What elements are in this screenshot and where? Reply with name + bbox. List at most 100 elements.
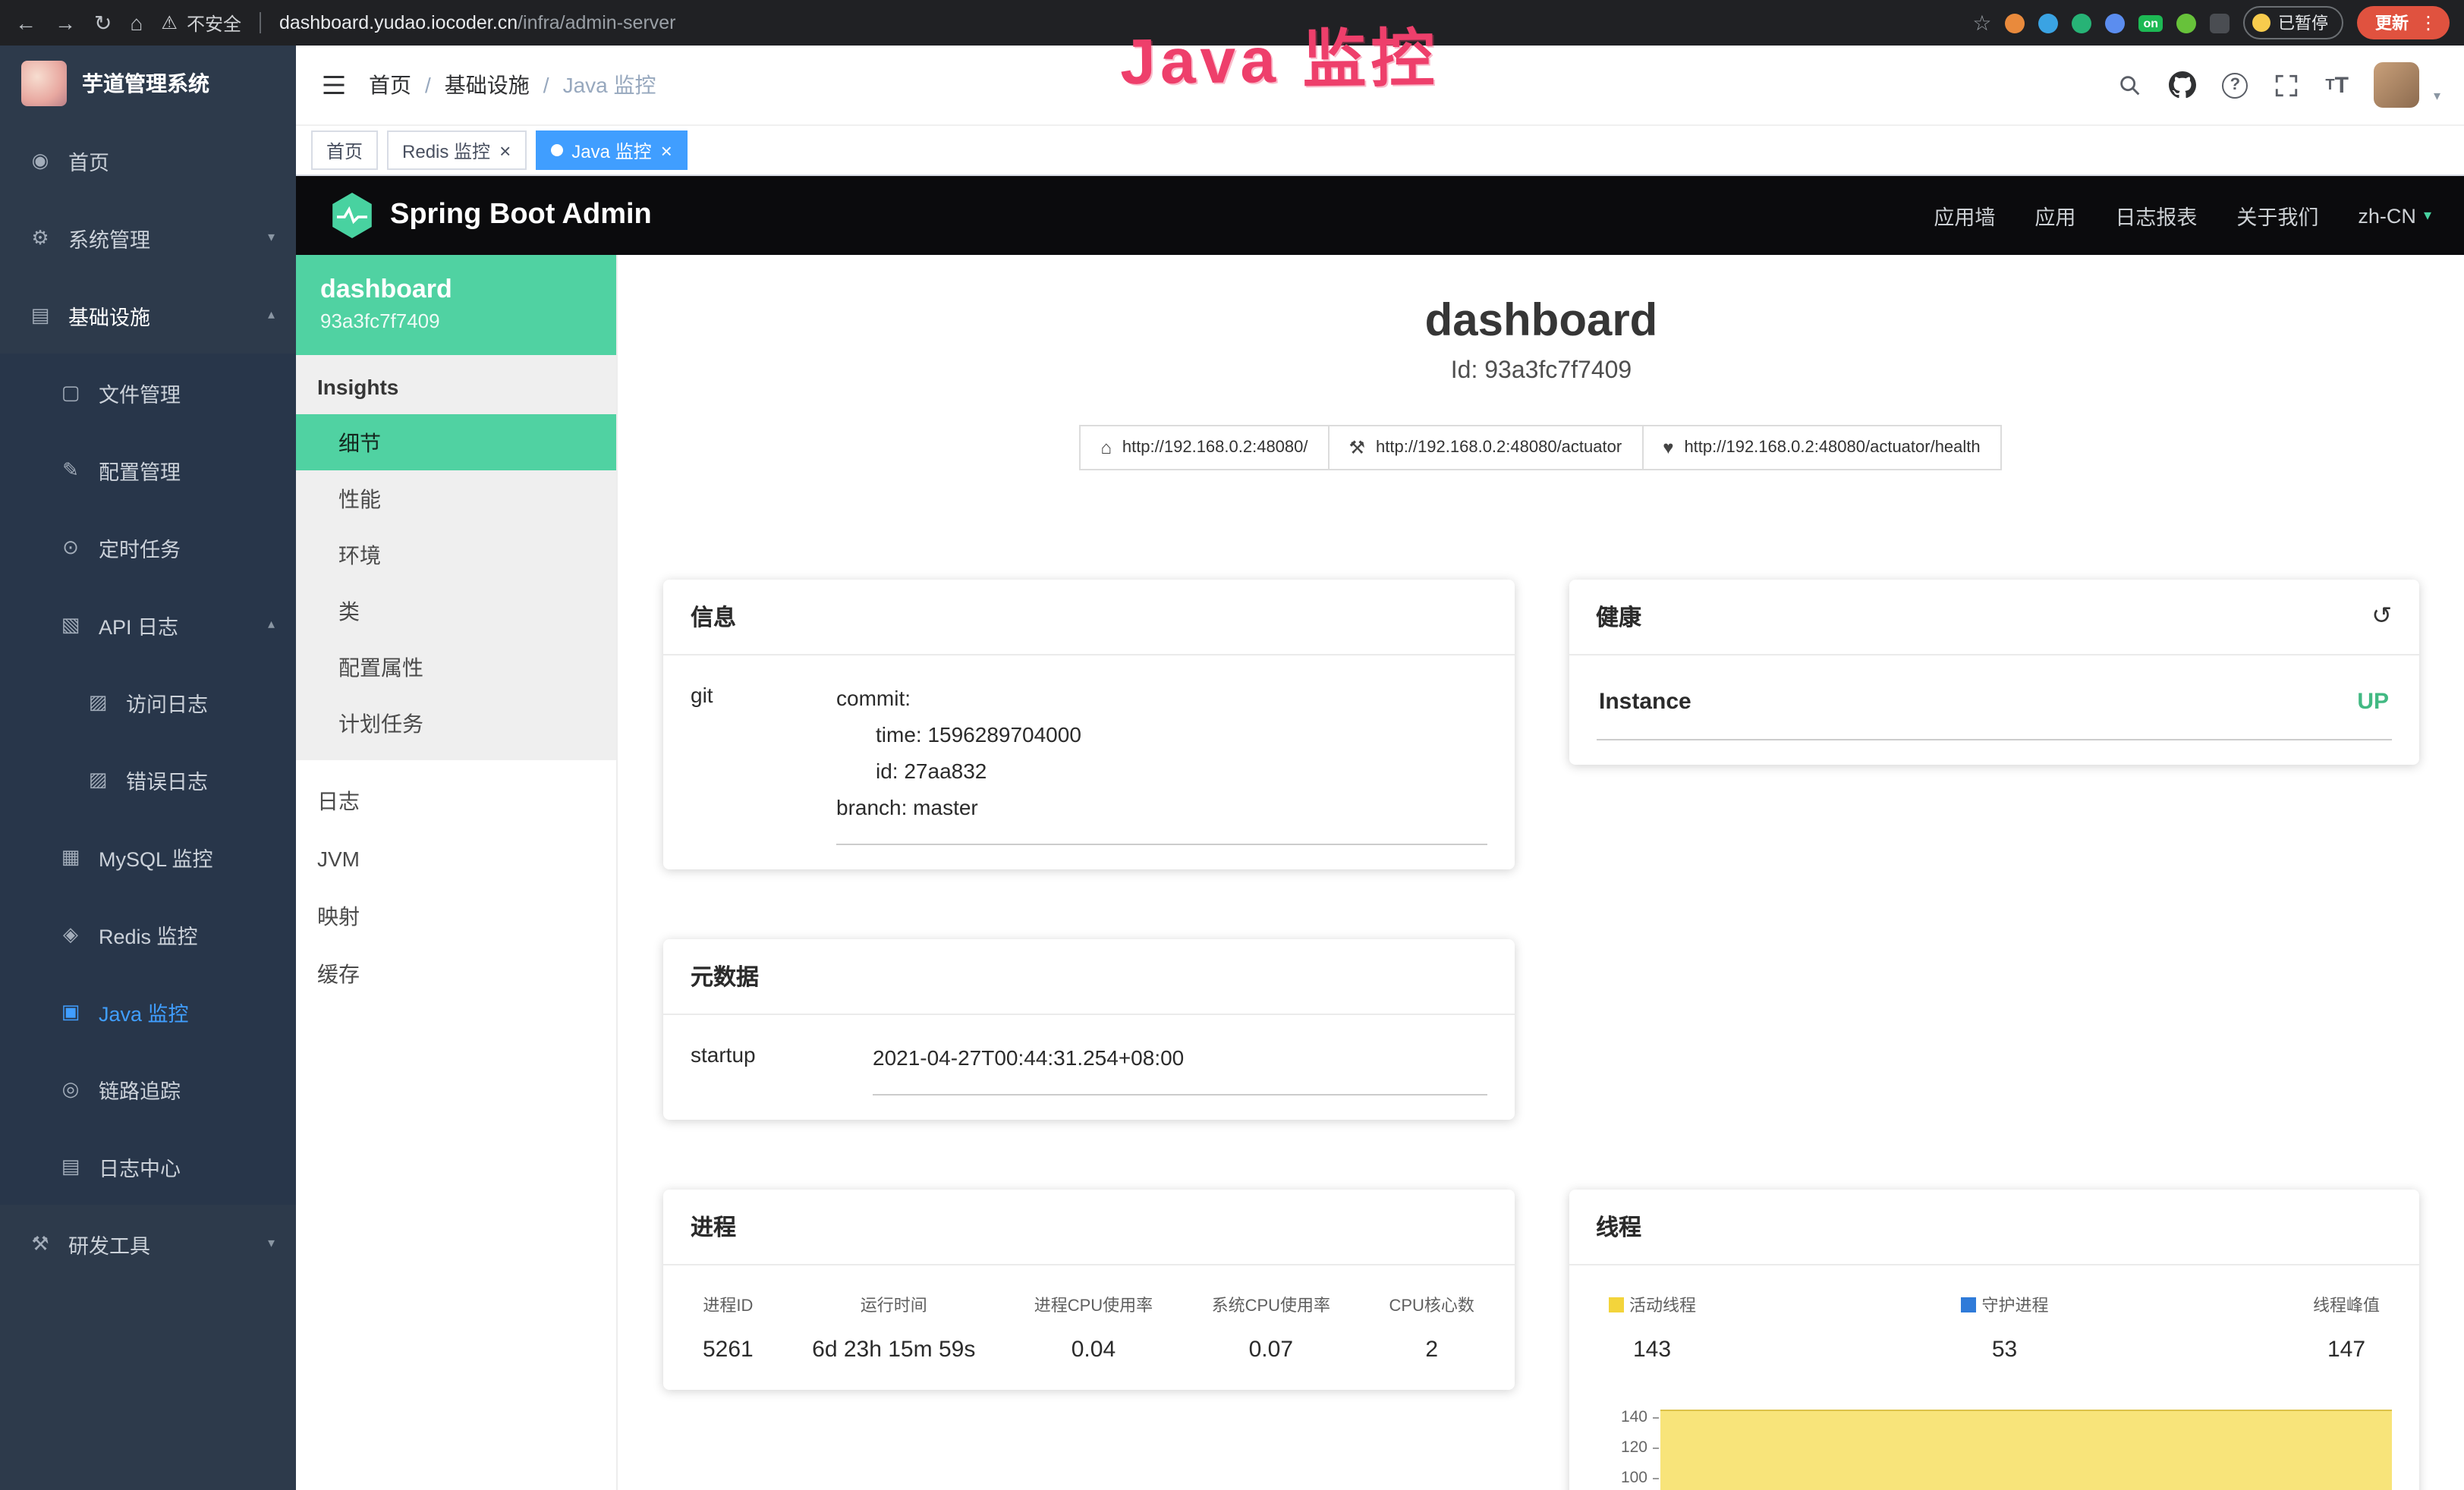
cards-grid: 信息 git commit: time: 1596289704000 id: 2…	[663, 580, 2419, 1490]
process-col-system-cpu: 系统CPU使用率 0.07	[1212, 1293, 1330, 1363]
sba-item-configprops[interactable]: 配置属性	[296, 639, 616, 695]
actuator-url-link[interactable]: ⚒ http://192.168.0.2:48080/actuator	[1328, 425, 1644, 470]
hamburger-icon[interactable]	[320, 71, 348, 99]
sidebar-item-infra[interactable]: ▤ 基础设施 ▴	[0, 276, 296, 354]
sidebar-item-log-center[interactable]: ▤ 日志中心	[0, 1127, 296, 1205]
breadcrumb-item[interactable]: 首页	[369, 70, 411, 100]
forward-icon[interactable]: →	[55, 12, 76, 33]
wrench-icon: ⚒	[1349, 437, 1366, 458]
paused-badge[interactable]: 已暂停	[2243, 6, 2343, 39]
extension-icon-grid[interactable]	[2105, 13, 2125, 33]
language-label: zh-CN	[2358, 204, 2416, 227]
info-line: commit:	[836, 680, 1487, 716]
info-card: 信息 git commit: time: 1596289704000 id: 2…	[663, 580, 1514, 869]
live-threads-swatch	[1608, 1297, 1623, 1312]
update-button[interactable]: 更新 ⋮	[2357, 6, 2450, 39]
health-row[interactable]: Instance UP	[1596, 680, 2392, 740]
reload-icon[interactable]: ↻	[94, 12, 112, 33]
health-instance-label: Instance	[1599, 689, 1691, 715]
app-logo[interactable]: 芋道管理系统	[0, 46, 296, 121]
close-icon[interactable]: ×	[661, 140, 672, 160]
insights-group-title: Insights	[296, 355, 616, 414]
bookmark-star-icon[interactable]: ☆	[1972, 10, 1991, 36]
breadcrumb-separator: /	[543, 73, 549, 97]
sba-item-scheduledtasks[interactable]: 计划任务	[296, 695, 616, 751]
sidebar-item-redis-monitor[interactable]: ◈ Redis 监控	[0, 895, 296, 973]
user-avatar[interactable]	[2374, 62, 2420, 108]
sba-nav-wallboard[interactable]: 应用墙	[1934, 200, 1995, 231]
sidebar-item-mysql-monitor[interactable]: ▦ MySQL 监控	[0, 818, 296, 895]
sidebar-item-access-log[interactable]: ▨ 访问日志	[0, 663, 296, 740]
sidebar-item-config-mgmt[interactable]: ✎ 配置管理	[0, 431, 296, 508]
process-col-pid: 进程ID 5261	[703, 1293, 754, 1363]
sba-item-environment[interactable]: 环境	[296, 527, 616, 583]
sba-item-details[interactable]: 细节	[296, 414, 616, 470]
sba-brand[interactable]: Spring Boot Admin	[329, 193, 652, 238]
sba-instance-header[interactable]: dashboard 93a3fc7f7409	[296, 255, 616, 355]
browser-menu-icon[interactable]: ⋮	[2419, 12, 2437, 33]
health-card: 健康 ↺ Instance UP	[1569, 580, 2419, 765]
sba-language-select[interactable]: zh-CN ▾	[2358, 204, 2431, 227]
threads-card-title: 线程	[1569, 1190, 2419, 1265]
sidebar-item-home[interactable]: ◉ 首页	[0, 121, 296, 199]
extension-icon-on-badge[interactable]: on	[2138, 14, 2163, 31]
metadata-value: 2021-04-27T00:44:31.254+08:00	[873, 1039, 1487, 1095]
error-log-icon: ▨	[85, 767, 111, 791]
sba-item-metrics[interactable]: 性能	[296, 470, 616, 527]
sidebar-item-tracing[interactable]: ◎ 链路追踪	[0, 1050, 296, 1127]
sidebar-item-file-mgmt[interactable]: ▢ 文件管理	[0, 354, 296, 431]
tag-home[interactable]: 首页	[311, 130, 378, 170]
threads-card: 线程 活动线程 143 守护进程 53	[1569, 1190, 2419, 1490]
home-icon[interactable]: ⌂	[130, 12, 143, 33]
sidebar-item-scheduled-jobs[interactable]: ⊙ 定时任务	[0, 508, 296, 586]
sidebar-item-java-monitor[interactable]: ▣ Java 监控	[0, 973, 296, 1050]
sba-item-logs[interactable]: 日志	[296, 772, 616, 830]
fullscreen-icon[interactable]	[2274, 72, 2299, 98]
metadata-card: 元数据 startup 2021-04-27T00:44:31.254+08:0…	[663, 939, 1514, 1120]
threads-col-daemon: 守护进程 53	[1961, 1293, 2049, 1363]
security-chip[interactable]: ⚠ 不安全	[161, 10, 241, 36]
sba-logo-icon	[329, 193, 375, 238]
sba-item-classes[interactable]: 类	[296, 583, 616, 639]
search-icon[interactable]	[2117, 72, 2143, 98]
health-url-link[interactable]: ♥ http://192.168.0.2:48080/actuator/heal…	[1641, 425, 2001, 470]
info-line: time: 1596289704000	[836, 716, 1487, 753]
sba-item-jvm[interactable]: JVM	[296, 830, 616, 888]
back-icon[interactable]: ←	[15, 12, 36, 33]
service-url-link[interactable]: ⌂ http://192.168.0.2:48080/	[1079, 425, 1329, 470]
sba-item-caches[interactable]: 缓存	[296, 945, 616, 1003]
sidebar-item-label: 访问日志	[126, 687, 208, 717]
instance-links: ⌂ http://192.168.0.2:48080/ ⚒ http://192…	[663, 425, 2419, 470]
help-icon[interactable]: ?	[2222, 72, 2248, 98]
info-card-title: 信息	[663, 580, 1514, 655]
sidebar-item-error-log[interactable]: ▨ 错误日志	[0, 740, 296, 818]
sba-item-mappings[interactable]: 映射	[296, 888, 616, 945]
extension-icon-puzzle[interactable]	[2210, 13, 2230, 33]
close-icon[interactable]: ×	[499, 140, 511, 160]
live-threads-area	[1660, 1410, 2392, 1490]
sidebar-item-label: Java 监控	[99, 996, 189, 1026]
sidebar-item-devtools[interactable]: ⚒ 研发工具 ▾	[0, 1205, 296, 1282]
sidebar-item-api-log[interactable]: ▧ API 日志 ▴	[0, 586, 296, 663]
url-path: /infra/admin-server	[518, 12, 675, 33]
extension-icon-leaf[interactable]	[2176, 13, 2196, 33]
extension-icon-teal[interactable]	[2072, 13, 2091, 33]
breadcrumb-item[interactable]: 基础设施	[445, 70, 530, 100]
java-monitor-icon: ▣	[58, 999, 83, 1023]
extension-icon-orange[interactable]	[2005, 13, 2025, 33]
sidebar-item-label: 错误日志	[126, 764, 208, 794]
sidebar-item-system[interactable]: ⚙ 系统管理 ▾	[0, 199, 296, 276]
sba-nav-about[interactable]: 关于我们	[2236, 200, 2318, 231]
sba-nav-journal[interactable]: 日志报表	[2115, 200, 2197, 231]
info-line: id: 27aa832	[836, 753, 1487, 789]
font-size-icon[interactable]: TT	[2325, 72, 2349, 98]
sba-nav-applications[interactable]: 应用	[2034, 200, 2075, 231]
tag-redis-monitor[interactable]: Redis 监控 ×	[387, 130, 526, 170]
avatar-caret-icon: ▾	[2434, 88, 2440, 105]
history-icon[interactable]: ↺	[2371, 605, 2392, 629]
github-icon[interactable]	[2169, 71, 2196, 99]
url-bar[interactable]: dashboard.yudao.iocoder.cn/infra/admin-s…	[279, 12, 676, 33]
tag-java-monitor[interactable]: Java 监控 ×	[535, 130, 688, 170]
security-label: 不安全	[187, 10, 241, 36]
extension-icon-drop[interactable]	[2038, 13, 2058, 33]
